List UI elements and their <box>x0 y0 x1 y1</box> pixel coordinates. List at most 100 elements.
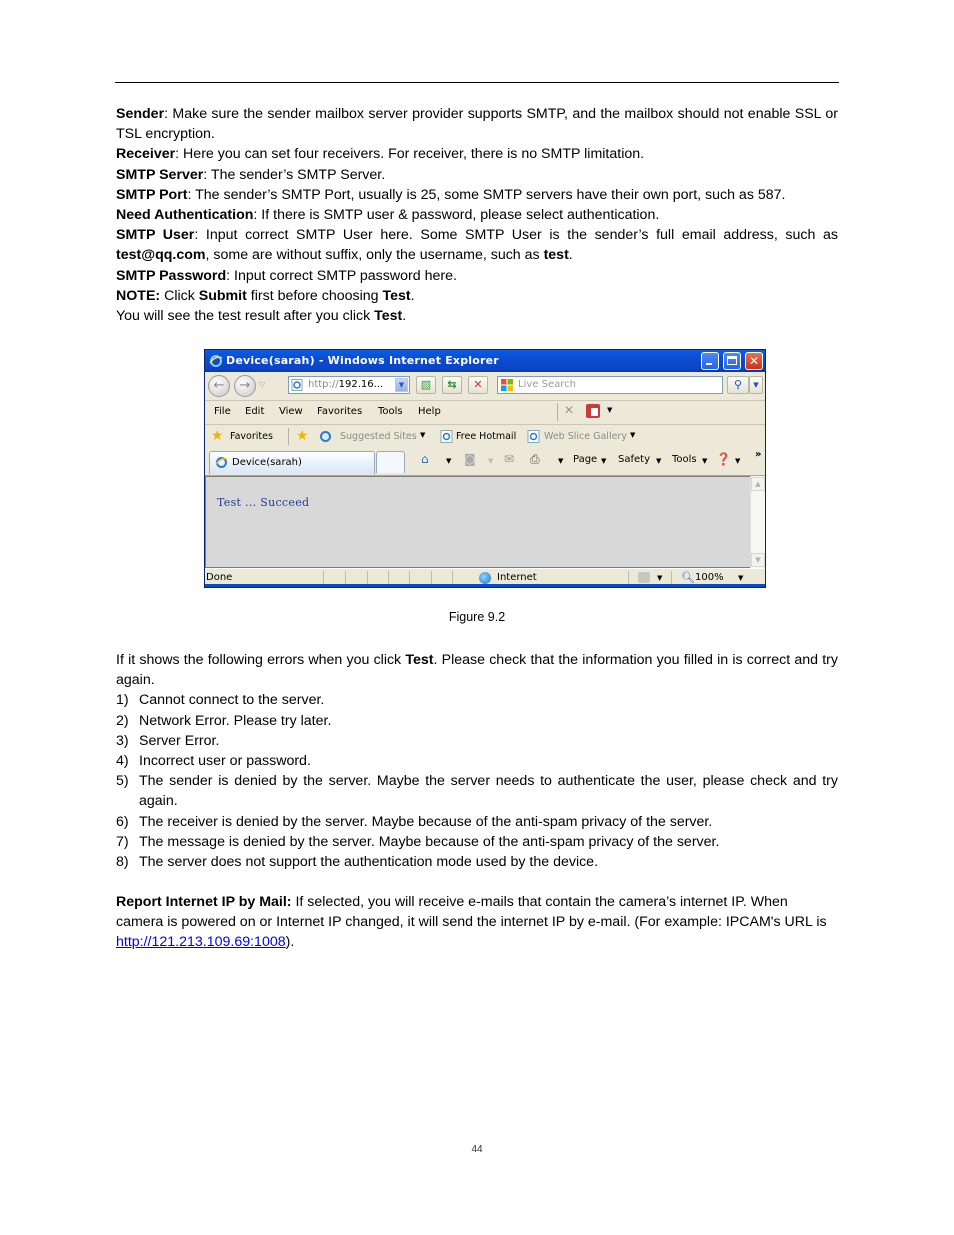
favorites-bar: ★ Favorites ★ Suggested Sites ▼ Free Hot… <box>205 425 765 449</box>
new-tab-button[interactable] <box>376 451 405 473</box>
list-item: 6) The receiver is denied by the server. … <box>116 813 713 830</box>
home-icon[interactable]: ⌂ <box>421 452 429 466</box>
chevron-down-icon[interactable]: ▼ <box>558 457 563 465</box>
chevron-down-icon[interactable]: ▼ <box>630 431 635 439</box>
window-title: Device(sarah) - Windows Internet Explore… <box>226 354 499 367</box>
favorites-link-web-slice-gallery[interactable]: Web Slice Gallery <box>544 431 627 442</box>
chevron-down-icon[interactable]: ▼ <box>420 431 425 439</box>
forward-arrow-icon: → <box>239 378 251 393</box>
stop-icon: ✕ <box>473 378 483 391</box>
list-item: 8) The server does not support the authen… <box>116 854 599 871</box>
add-to-favorites-icon[interactable]: ★ <box>296 429 309 443</box>
definition-sender: Sender: Make sure the sender mailbox ser… <box>116 106 838 143</box>
search-icon: ⚲ <box>733 378 743 391</box>
definition-smtp-user: SMTP User: Input correct SMTP User here.… <box>116 227 838 264</box>
refresh-icon: ⇆ <box>447 378 457 391</box>
chevron-down-icon[interactable]: ▼ <box>446 457 451 465</box>
close-toolbar-icon[interactable]: ✕ <box>564 403 574 417</box>
favorites-separator <box>288 428 289 445</box>
back-arrow-icon: ← <box>213 378 225 393</box>
search-input[interactable]: Live Search <box>497 376 723 394</box>
tools-menu-button[interactable]: Tools <box>672 454 697 465</box>
maximize-button[interactable] <box>723 352 741 370</box>
pdf-icon[interactable] <box>586 404 600 418</box>
ie-logo-icon <box>215 457 228 468</box>
safety-menu-button[interactable]: Safety <box>618 454 650 465</box>
page-content-area: Test ... Succeed <box>205 476 750 568</box>
help-icon[interactable]: ❓ <box>716 452 731 466</box>
ie-page-icon <box>527 430 540 443</box>
chevron-down-icon[interactable]: ▼ <box>488 457 493 465</box>
definition-need-authentication: Need Authentication: If there is SMTP us… <box>116 207 660 224</box>
ie-icon <box>320 431 331 442</box>
address-dropdown-icon[interactable]: ▼ <box>395 378 408 392</box>
minimize-icon <box>706 363 712 365</box>
chevron-down-icon[interactable]: ▼ <box>738 574 743 582</box>
scroll-down-icon[interactable]: ▼ <box>751 553 765 567</box>
favorites-link-suggested-sites[interactable]: Suggested Sites <box>340 431 417 442</box>
menu-file[interactable]: File <box>214 406 231 417</box>
menu-favorites[interactable]: Favorites <box>317 406 362 417</box>
search-button[interactable]: ⚲ <box>727 376 749 394</box>
tab-device-sarah[interactable]: Device(sarah) <box>209 451 375 474</box>
more-commands-chevron[interactable]: » <box>755 449 761 460</box>
note: NOTE: Click Submit first before choosing… <box>116 287 415 304</box>
feeds-icon[interactable]: ◙ <box>464 452 476 466</box>
list-item: 3) Server Error. <box>116 732 220 749</box>
ie-page-icon <box>291 379 303 391</box>
zoom-level[interactable]: 100% <box>695 572 724 583</box>
chevron-down-icon[interactable]: ▼ <box>607 406 612 414</box>
close-icon: ✕ <box>748 354 760 368</box>
ie-window-screenshot: Device(sarah) - Windows Internet Explore… <box>204 349 766 588</box>
recent-pages-dropdown-icon[interactable]: ▽ <box>259 380 265 389</box>
chevron-down-icon: ▼ <box>735 457 741 465</box>
search-options-button[interactable]: ▼ <box>749 376 763 394</box>
report-ip-section: Report Internet IP by Mail: If selected,… <box>116 892 838 953</box>
menu-help[interactable]: Help <box>418 406 441 417</box>
definition-smtp-port: SMTP Port: The sender’s SMTP Port, usual… <box>116 186 786 203</box>
back-button[interactable]: ← <box>208 375 230 397</box>
favorites-button[interactable]: Favorites <box>230 431 273 442</box>
address-bar-row: ← → ▽ http://192.16... ▼ ▧ ⇆ ✕ Live Sear… <box>205 372 765 401</box>
smtp-field-descriptions: Sender: Make sure the sender mailbox ser… <box>116 104 838 326</box>
forward-button[interactable]: → <box>234 375 256 397</box>
menu-separator <box>557 403 558 421</box>
globe-icon <box>479 572 491 584</box>
favorites-link-free-hotmail[interactable]: Free Hotmail <box>456 431 516 442</box>
security-zone: Internet <box>497 572 537 583</box>
menu-view[interactable]: View <box>279 406 303 417</box>
ie-logo-icon <box>209 355 223 367</box>
status-text: Done <box>206 572 233 583</box>
address-input[interactable]: http://192.16... ▼ <box>288 376 410 394</box>
refresh-button[interactable]: ⇆ <box>442 376 462 394</box>
tab-row: Device(sarah) ⌂ ▼ ◙ ▼ ✉ ⎙ ▼ Page ▼ Safet… <box>205 449 765 476</box>
minimize-button[interactable] <box>701 352 719 370</box>
stop-button[interactable]: ✕ <box>468 376 488 394</box>
menu-tools[interactable]: Tools <box>378 406 403 417</box>
list-item: 7) The message is denied by the server. M… <box>116 833 720 850</box>
chevron-down-icon: ▼ <box>601 457 607 465</box>
page-menu-button[interactable]: Page <box>573 454 597 465</box>
chevron-down-icon: ▼ <box>702 457 708 465</box>
menu-edit[interactable]: Edit <box>245 406 264 417</box>
chevron-down-icon: ▼ <box>753 381 759 389</box>
compatibility-icon: ▧ <box>420 378 432 391</box>
test-result-message: Test ... Succeed <box>217 496 310 509</box>
mail-icon[interactable]: ✉ <box>504 452 514 466</box>
vertical-scrollbar[interactable]: ▲ ▼ <box>750 476 765 568</box>
print-icon[interactable]: ⎙ <box>530 452 540 467</box>
protected-mode-icon[interactable] <box>638 572 650 583</box>
list-item: 1) Cannot connect to the server. <box>116 692 325 709</box>
chevron-down-icon[interactable]: ▼ <box>657 574 662 582</box>
definition-receiver: Receiver: Here you can set four receiver… <box>116 146 645 163</box>
definition-smtp-password: SMTP Password: Input correct SMTP passwo… <box>116 267 457 284</box>
live-search-logo-icon <box>501 379 513 391</box>
maximize-icon <box>727 356 737 365</box>
test-result-line: You will see the test result after you c… <box>116 308 407 325</box>
close-button[interactable]: ✕ <box>745 352 763 370</box>
definition-smtp-server: SMTP Server: The sender’s SMTP Server. <box>116 166 386 183</box>
scroll-up-icon[interactable]: ▲ <box>751 477 765 491</box>
compatibility-view-button[interactable]: ▧ <box>416 376 436 394</box>
header-rule <box>115 82 839 83</box>
example-url-link[interactable]: http://121.213.109.69:1008 <box>116 934 286 950</box>
